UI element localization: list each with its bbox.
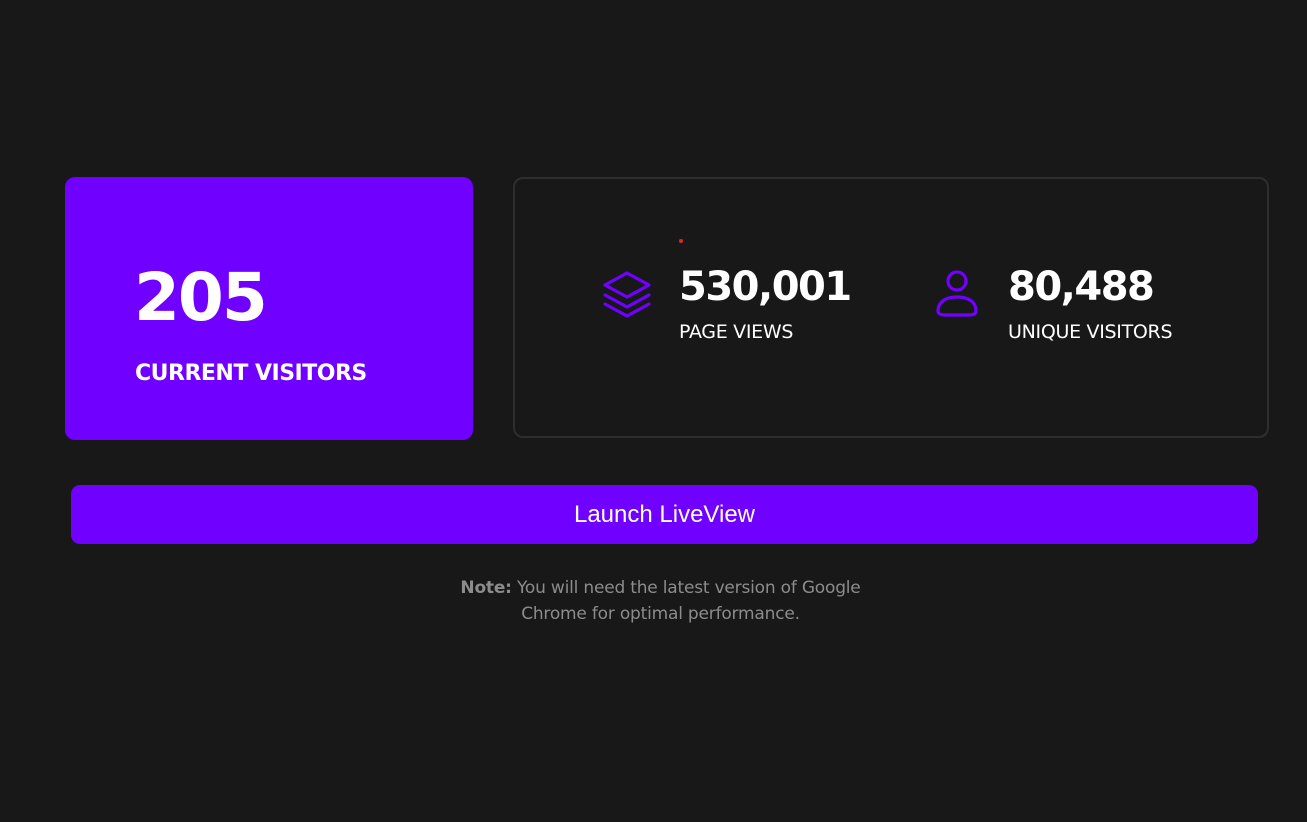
dashboard-page: 205 CURRENT VISITORS 530,001 PAGE VIEWS [0, 0, 1307, 822]
user-icon [933, 269, 985, 321]
note-text: You will need the latest version of Goog… [511, 578, 861, 624]
current-visitors-card: 205 CURRENT VISITORS [65, 177, 473, 440]
chrome-note: Note: You will need the latest version o… [440, 575, 881, 627]
page-views-count: 530,001 [679, 264, 852, 310]
layers-icon [601, 269, 653, 321]
stats-card: 530,001 PAGE VIEWS 80,488 UNIQUE VISITOR… [513, 177, 1269, 438]
unique-visitors-label: UNIQUE VISITORS [1008, 321, 1173, 343]
launch-liveview-button[interactable]: Launch LiveView [71, 485, 1258, 544]
current-visitors-count: 205 [134, 259, 268, 336]
current-visitors-label: CURRENT VISITORS [135, 361, 367, 386]
note-prefix: Note: [460, 578, 512, 598]
live-indicator-dot [679, 239, 683, 243]
unique-visitors-count: 80,488 [1008, 264, 1155, 310]
page-views-label: PAGE VIEWS [679, 321, 794, 343]
